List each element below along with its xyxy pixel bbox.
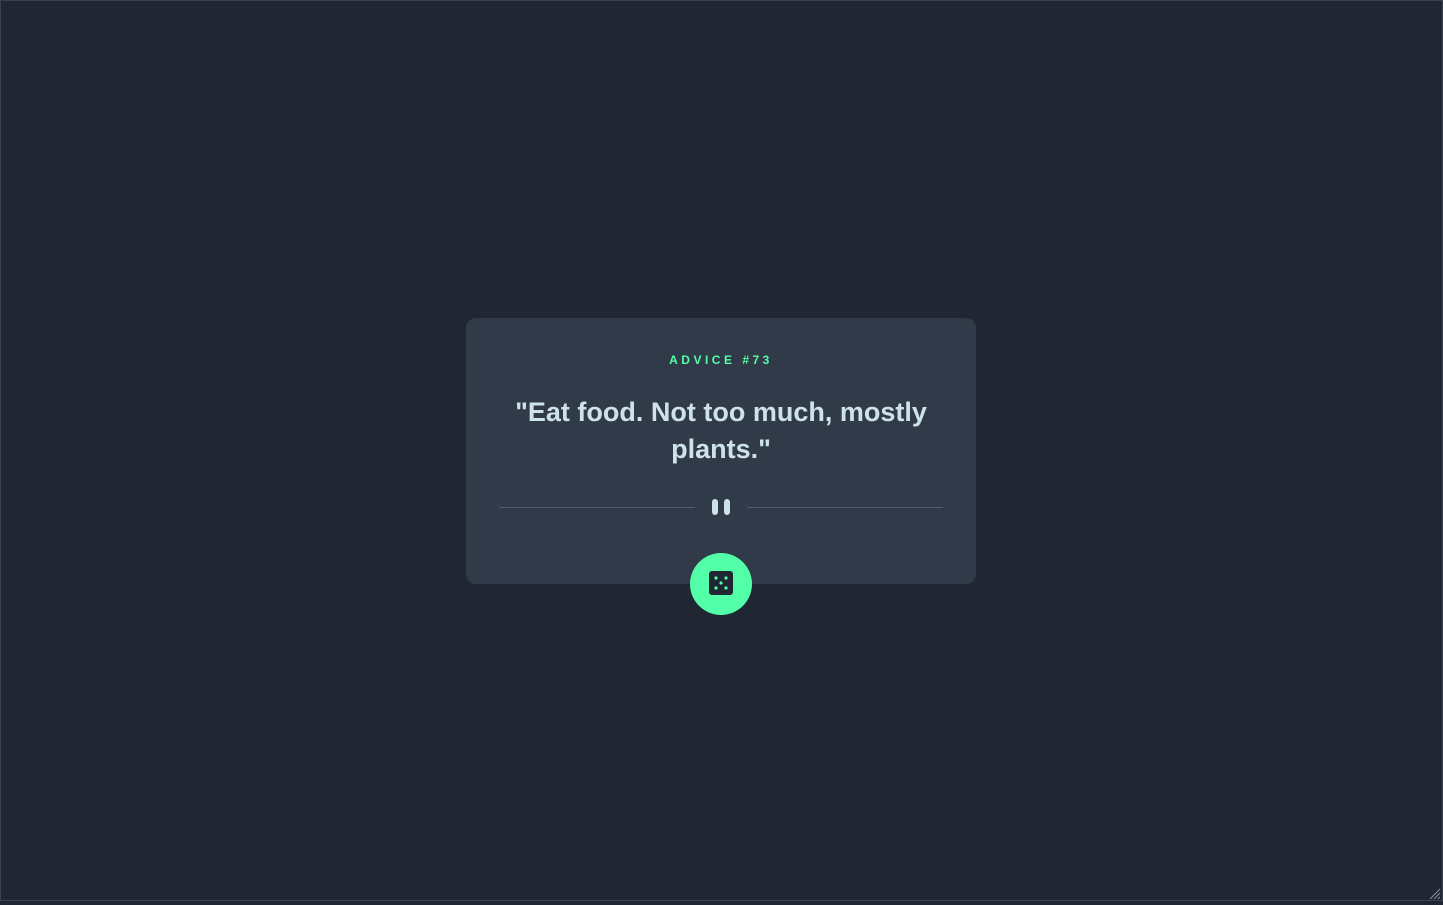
advice-card: ADVICE #73 "Eat food. Not too much, most… [466, 318, 976, 584]
divider-line-left [499, 506, 695, 508]
pause-icon [695, 496, 747, 518]
divider-line-right [747, 506, 943, 508]
advice-quote: "Eat food. Not too much, mostly plants." [515, 397, 927, 464]
pattern-divider [499, 496, 943, 518]
dice-icon [709, 570, 733, 598]
generate-advice-button[interactable] [690, 553, 752, 615]
advice-id: ADVICE #73 [669, 353, 773, 367]
resize-grip-icon[interactable] [1429, 887, 1441, 900]
